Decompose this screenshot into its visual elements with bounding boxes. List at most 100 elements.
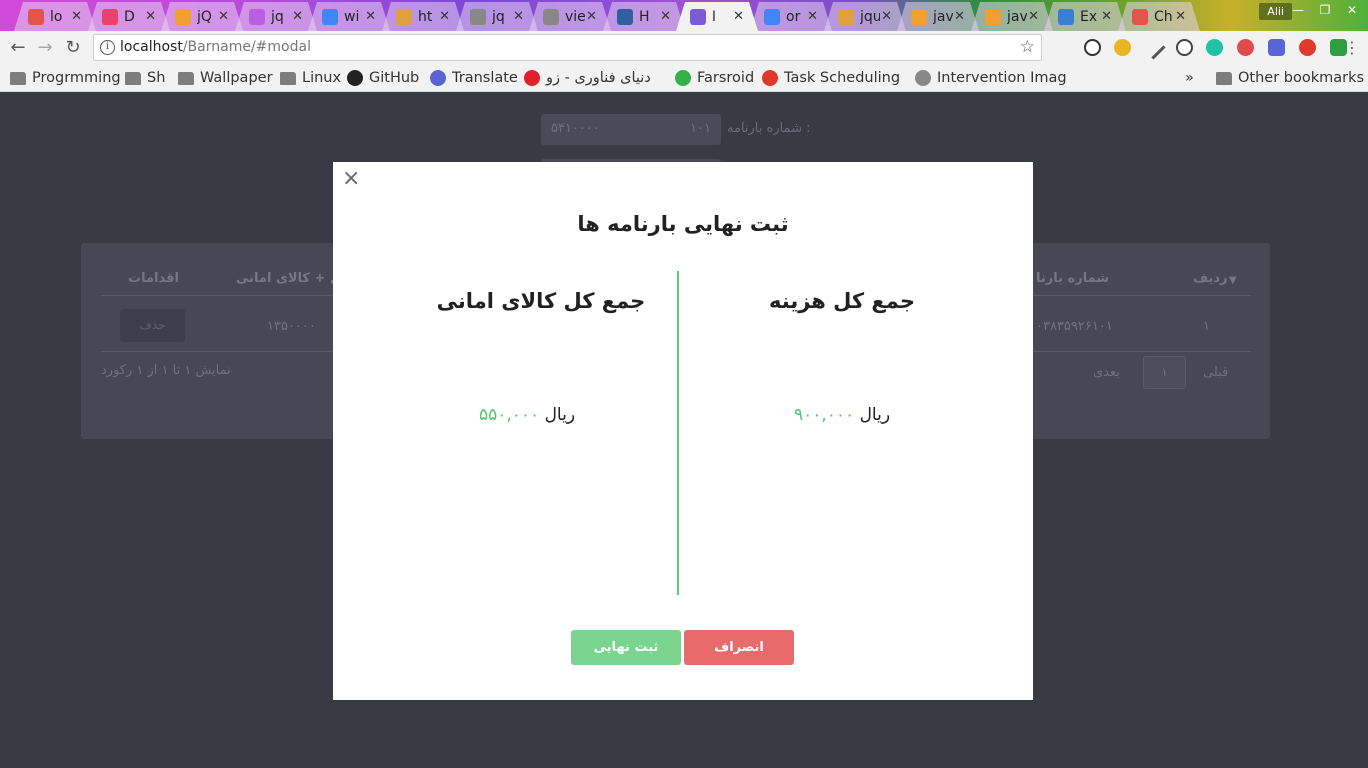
total-cost-heading: جمع کل هزینه: [769, 289, 915, 313]
tab-close-icon[interactable]: ✕: [881, 9, 892, 24]
speed-dial-icon[interactable]: [1176, 39, 1193, 56]
laravel-icon: [762, 70, 778, 86]
browser-tab[interactable]: lo ✕: [14, 2, 96, 31]
reload-icon[interactable]: ↻: [61, 36, 85, 60]
bookmark-item[interactable]: Intervention Imag: [915, 68, 1067, 88]
tab-label: H: [639, 8, 650, 25]
bookmark-item[interactable]: Task Scheduling: [762, 68, 900, 88]
tab-close-icon[interactable]: ✕: [218, 9, 229, 24]
translate-extension-icon[interactable]: [1268, 39, 1285, 56]
tab-favicon-icon: [985, 9, 1001, 25]
browser-tab[interactable]: or ✕: [750, 2, 832, 31]
extension-badge-icon[interactable]: [1237, 39, 1254, 56]
bookmark-item[interactable]: Translate: [430, 68, 518, 88]
currency-label: ریال: [544, 405, 576, 425]
extension-rocket-icon[interactable]: [1299, 39, 1316, 56]
tab-favicon-icon: [28, 9, 44, 25]
cancel-button[interactable]: انصراف: [684, 630, 794, 665]
minimize-button[interactable]: —: [1285, 0, 1311, 20]
bookmark-item[interactable]: Sh: [125, 68, 165, 88]
tab-favicon-icon: [617, 9, 633, 25]
browser-tab[interactable]: ا ✕: [676, 2, 758, 31]
color-picker-icon[interactable]: [1141, 35, 1166, 60]
currency-label: ریال: [859, 405, 891, 425]
tab-close-icon[interactable]: ✕: [365, 9, 376, 24]
close-icon[interactable]: ×: [342, 168, 360, 190]
address-bar[interactable]: i localhost/Barname/#modal ☆: [93, 34, 1042, 61]
tab-label: wi: [344, 8, 360, 25]
final-submit-button[interactable]: ثبت نهایی: [571, 630, 681, 665]
tab-close-icon[interactable]: ✕: [1028, 9, 1039, 24]
bookmark-item[interactable]: دنیای فناوری - زو: [524, 68, 651, 88]
bookmarks-overflow-button[interactable]: »: [1185, 68, 1194, 88]
tab-close-icon[interactable]: ✕: [439, 9, 450, 24]
extension-gnome-icon[interactable]: [1084, 39, 1101, 56]
tab-close-icon[interactable]: ✕: [586, 9, 597, 24]
browser-tab[interactable]: jav ✕: [897, 2, 979, 31]
maximize-button[interactable]: ❐: [1312, 0, 1338, 20]
modal-title: ثبت نهایی بارنامه ها: [577, 212, 789, 236]
tab-strip: Alii — ❐ ✕ lo ✕ D ✕ jQ ✕ jq ✕ wi ✕ ht ✕ jq ✕ vie ✕ H ✕ ا ✕ o…: [0, 0, 1368, 31]
browser-tab[interactable]: H ✕: [603, 2, 685, 31]
bookmark-star-icon[interactable]: ☆: [1020, 37, 1035, 57]
extension-m-icon[interactable]: [1206, 39, 1223, 56]
tab-favicon-icon: [1058, 9, 1074, 25]
browser-tab[interactable]: wi ✕: [308, 2, 390, 31]
other-bookmarks-folder[interactable]: Other bookmarks: [1216, 68, 1364, 88]
browser-tab[interactable]: ht ✕: [382, 2, 464, 31]
browser-tab[interactable]: Ch ✕: [1118, 2, 1200, 31]
tab-close-icon[interactable]: ✕: [807, 9, 818, 24]
browser-tab[interactable]: vie ✕: [529, 2, 611, 31]
number-cell: ۰۳۸۳۵۹۲۶۱۰۱: [1036, 319, 1113, 334]
forward-icon[interactable]: →: [33, 36, 57, 60]
tab-label: ht: [418, 8, 433, 25]
menu-icon[interactable]: ⋮: [1340, 36, 1364, 60]
other-bookmarks-label: Other bookmarks: [1238, 70, 1365, 86]
browser-toolbar: ← → ↻ i localhost/Barname/#modal ☆ ⋮: [0, 31, 1368, 64]
page-icon: [915, 70, 931, 86]
tab-close-icon[interactable]: ✕: [1101, 9, 1112, 24]
tab-close-icon[interactable]: ✕: [292, 9, 303, 24]
browser-tab[interactable]: jQ ✕: [161, 2, 243, 31]
bookmark-item[interactable]: Progrmming: [10, 68, 121, 88]
browser-tab[interactable]: Ex ✕: [1044, 2, 1126, 31]
bookmark-item[interactable]: GitHub: [347, 68, 419, 88]
back-icon[interactable]: ←: [6, 36, 30, 60]
tab-close-icon[interactable]: ✕: [513, 9, 524, 24]
browser-tab[interactable]: D ✕: [88, 2, 170, 31]
tab-label: or: [786, 8, 801, 25]
bookmark-item[interactable]: Farsroid: [675, 68, 754, 88]
total-deposit-value: ۵۵۰,۰۰۰: [478, 405, 540, 425]
tab-close-icon[interactable]: ✕: [660, 9, 671, 24]
delete-button: حذف: [120, 309, 185, 342]
total-cell: ۱۳۵۰۰۰۰: [267, 319, 316, 334]
barname-number-field: ۵۴۱۰۰۰۰ ۱۰۱: [541, 114, 721, 145]
window-close-button[interactable]: ✕: [1339, 0, 1365, 20]
browser-tab[interactable]: jav ✕: [971, 2, 1053, 31]
column-header-actions: اقدامات: [128, 271, 179, 286]
bookmark-item[interactable]: Wallpaper: [178, 68, 273, 88]
barname-number-label: شماره بارنامه :: [727, 121, 811, 136]
tab-close-icon[interactable]: ✕: [954, 9, 965, 24]
tab-favicon-icon: [396, 9, 412, 25]
tab-favicon-icon: [911, 9, 927, 25]
info-icon[interactable]: i: [100, 40, 115, 55]
bookmark-label: Sh: [147, 70, 166, 86]
farsroid-icon: [675, 70, 691, 86]
tab-label: D: [124, 8, 135, 25]
browser-tab[interactable]: jq ✕: [456, 2, 538, 31]
tab-close-icon[interactable]: ✕: [733, 9, 744, 24]
tab-label: vie: [565, 8, 585, 25]
tab-close-icon[interactable]: ✕: [1175, 9, 1186, 24]
bookmark-item[interactable]: Linux: [280, 68, 341, 88]
final-submit-modal: × ثبت نهایی بارنامه ها جمع کل هزینه جمع …: [333, 162, 1033, 700]
column-header-number: شماره بارنا: [1036, 271, 1110, 286]
browser-tab[interactable]: jq ✕: [235, 2, 317, 31]
next-page-link: بعدی: [1093, 365, 1120, 380]
total-deposit-amount: ریال ۵۵۰,۰۰۰: [402, 405, 652, 425]
tab-close-icon[interactable]: ✕: [145, 9, 156, 24]
extension-emoji-icon[interactable]: [1114, 39, 1131, 56]
tab-close-icon[interactable]: ✕: [71, 9, 82, 24]
browser-tab[interactable]: jqu ✕: [824, 2, 906, 31]
bookmark-label: Farsroid: [697, 70, 755, 86]
